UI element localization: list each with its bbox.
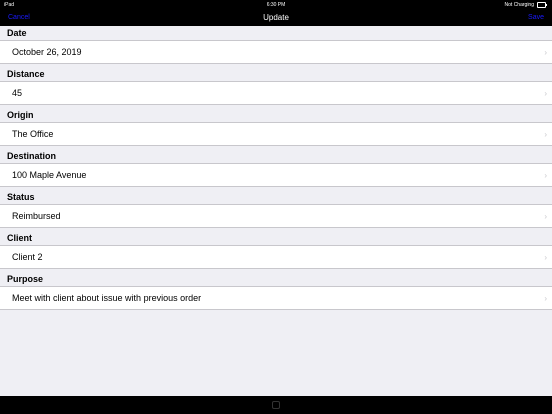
bottom-bar — [0, 396, 552, 414]
field-value-purpose: Meet with client about issue with previo… — [12, 293, 202, 303]
chevron-right-icon: › — [544, 89, 547, 98]
field-value-client: Client 2 — [12, 252, 43, 262]
status-bar: iPad 6:30 PM Not Charging — [0, 0, 552, 10]
field-row-status[interactable]: Reimbursed › — [0, 204, 552, 228]
section-status: Status Reimbursed › — [0, 190, 552, 228]
field-row-purpose[interactable]: Meet with client about issue with previo… — [0, 286, 552, 310]
section-header-origin: Origin — [0, 108, 552, 122]
chevron-right-icon: › — [544, 253, 547, 262]
section-distance: Distance 45 › — [0, 67, 552, 105]
section-header-destination: Destination — [0, 149, 552, 163]
navigation-bar: Cancel Update Save — [0, 10, 552, 26]
field-value-status: Reimbursed — [12, 211, 61, 221]
field-value-distance: 45 — [12, 88, 23, 98]
save-button[interactable]: Save — [528, 14, 544, 21]
chevron-right-icon: › — [544, 130, 547, 139]
section-destination: Destination 100 Maple Avenue › — [0, 149, 552, 187]
section-header-purpose: Purpose — [0, 272, 552, 286]
form: Date October 26, 2019 › Distance 45 › Or… — [0, 26, 552, 313]
home-icon[interactable] — [272, 401, 280, 409]
section-origin: Origin The Office › — [0, 108, 552, 146]
field-value-origin: The Office — [12, 129, 54, 139]
status-time: 6:30 PM — [266, 2, 286, 8]
chevron-right-icon: › — [544, 171, 547, 180]
section-date: Date October 26, 2019 › — [0, 26, 552, 64]
field-row-origin[interactable]: The Office › — [0, 122, 552, 146]
field-row-date[interactable]: October 26, 2019 › — [0, 40, 552, 64]
status-right: Not Charging — [504, 2, 547, 8]
field-row-destination[interactable]: 100 Maple Avenue › — [0, 163, 552, 187]
page-title: Update — [263, 13, 289, 22]
section-purpose: Purpose Meet with client about issue wit… — [0, 272, 552, 310]
field-row-client[interactable]: Client 2 › — [0, 245, 552, 269]
chevron-right-icon: › — [544, 48, 547, 57]
section-header-client: Client — [0, 231, 552, 245]
battery-icon — [537, 2, 547, 8]
field-row-distance[interactable]: 45 › — [0, 81, 552, 105]
section-header-date: Date — [0, 26, 552, 40]
section-header-distance: Distance — [0, 67, 552, 81]
section-header-status: Status — [0, 190, 552, 204]
section-client: Client Client 2 › — [0, 231, 552, 269]
chevron-right-icon: › — [544, 294, 547, 303]
battery-status-label: Not Charging — [504, 2, 534, 8]
field-value-date: October 26, 2019 — [12, 47, 82, 57]
chevron-right-icon: › — [544, 212, 547, 221]
field-value-destination: 100 Maple Avenue — [12, 170, 87, 180]
